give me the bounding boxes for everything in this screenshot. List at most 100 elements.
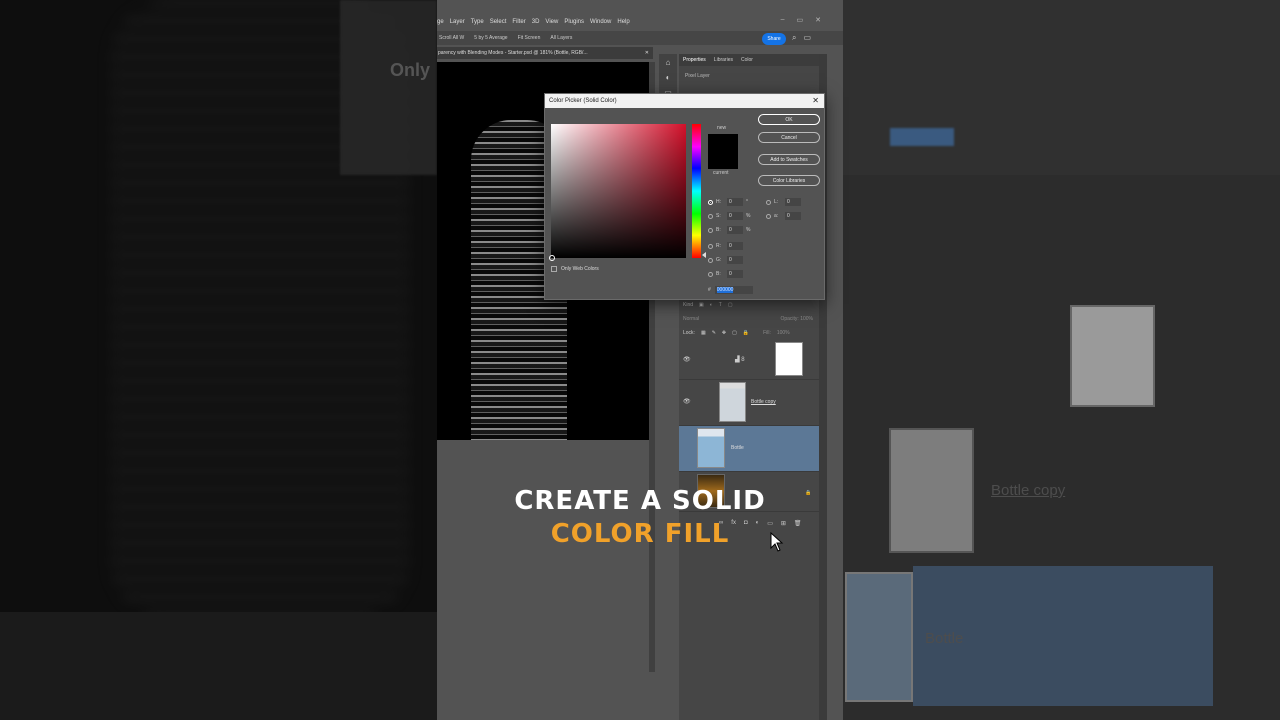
hue-slider-handle[interactable] <box>702 252 706 258</box>
brightness-input[interactable]: 0 <box>727 226 743 234</box>
scroll-all-checkbox[interactable]: Scroll All W <box>439 35 464 41</box>
blurred-color-fields <box>843 0 1280 175</box>
history-icon[interactable]: ⌂ <box>666 58 671 67</box>
document-tab[interactable]: parency with Blending Modes - Starter.ps… <box>437 47 653 59</box>
color-picker-dialog: Color Picker (Solid Color) ✕ new current… <box>544 93 825 300</box>
blue-input[interactable]: 0 <box>727 270 743 278</box>
blue-label: B: <box>716 271 721 277</box>
lab-l-input[interactable]: 0 <box>785 198 801 206</box>
lab-l-radio[interactable] <box>766 199 771 205</box>
green-input[interactable]: 0 <box>727 256 743 264</box>
add-to-swatches-button[interactable]: Add to Swatches <box>758 154 820 165</box>
lock-pixels-icon[interactable]: ▦ <box>701 330 706 336</box>
tab-libraries[interactable]: Libraries <box>714 57 733 63</box>
workspace-icon[interactable]: ▭ <box>803 33 811 43</box>
menu-item-help[interactable]: Help <box>617 19 629 25</box>
close-window-button[interactable]: ✕ <box>815 16 821 24</box>
right-blurred-backdrop: Bottle copy Bottle <box>843 0 1280 720</box>
menu-item-3d[interactable]: 3D <box>532 19 540 25</box>
hue-input[interactable]: 0 <box>727 198 743 206</box>
green-radio[interactable] <box>708 257 713 263</box>
lock-artboard-icon[interactable]: ▢ <box>732 330 737 336</box>
adjust-icon[interactable]: ◐ <box>666 73 671 82</box>
document-title: parency with Blending Modes - Starter.ps… <box>438 50 588 56</box>
hex-input[interactable]: 000000 <box>714 286 753 294</box>
eye-icon[interactable]: 👁 <box>683 398 691 405</box>
lab-a-radio[interactable] <box>766 213 771 219</box>
saturation-radio[interactable] <box>708 213 713 219</box>
blue-radio[interactable] <box>708 271 713 277</box>
lock-all-icon[interactable]: 🔒 <box>743 330 749 336</box>
hex-label: # <box>708 287 711 293</box>
tab-properties[interactable]: Properties <box>683 57 706 63</box>
filter-shape-icon[interactable]: ▢ <box>728 302 733 308</box>
menu-item-select[interactable]: Select <box>490 19 507 25</box>
sample-size-select[interactable]: 5 by 5 Average <box>474 35 507 41</box>
eye-icon[interactable]: 👁 <box>683 356 691 363</box>
tab-color[interactable]: Color <box>741 57 753 63</box>
color-cursor[interactable] <box>549 255 555 261</box>
blurred-layer-name-2: Bottle <box>925 630 964 647</box>
menu-item-window[interactable]: Window <box>590 19 611 25</box>
caption-line-2: COLOR FILL <box>550 519 730 549</box>
close-icon[interactable]: ✕ <box>812 94 819 108</box>
brightness-radio[interactable] <box>708 227 713 233</box>
filter-type-icon[interactable]: T <box>719 302 722 308</box>
menu-item-layer[interactable]: Layer <box>450 19 465 25</box>
lab-a-input[interactable]: 0 <box>785 212 801 220</box>
canvas-background <box>437 440 649 720</box>
close-tab-icon[interactable]: ✕ <box>645 47 649 59</box>
blurred-layer-name-1: Bottle copy <box>991 482 1066 499</box>
lock-brush-icon[interactable]: ✎ <box>712 330 716 336</box>
green-label: G: <box>716 257 722 263</box>
only-web-colors-checkbox[interactable] <box>551 266 557 272</box>
kind-filter-select[interactable]: Kind <box>683 302 693 308</box>
layer-row-bottle-copy[interactable]: 👁 Bottle copy <box>679 380 819 426</box>
search-icon[interactable]: ⌕ <box>792 33 796 43</box>
lab-a-label: a: <box>774 213 779 219</box>
red-input[interactable]: 0 <box>727 242 743 250</box>
lock-row: Lock: ▦ ✎ ✥ ▢ 🔒 Fill: 100% <box>683 330 813 336</box>
bottle-copy-thumbnail <box>719 382 746 422</box>
cancel-button[interactable]: Cancel <box>758 132 820 143</box>
only-web-colors-label: Only Web Colors <box>561 266 599 272</box>
fill-label: Fill: <box>763 330 771 336</box>
blend-mode-select[interactable]: Normal <box>683 316 699 322</box>
saturation-brightness-field[interactable] <box>551 124 686 258</box>
filter-adjust-icon[interactable]: ◐ <box>710 302 713 308</box>
hue-field: H: 0 ° <box>708 198 748 206</box>
adjustment-icon: ▟ 8 <box>735 357 745 363</box>
layer-row-fill[interactable]: 👁 ▟ 8 <box>679 340 819 380</box>
filter-pixel-icon[interactable]: ▣ <box>699 302 704 308</box>
left-blurred-backdrop: Only <box>0 0 437 720</box>
current-color-swatch[interactable] <box>708 152 738 169</box>
layer-row-bottle[interactable]: Bottle <box>679 426 819 472</box>
lock-move-icon[interactable]: ✥ <box>722 330 726 336</box>
menu-item-ge[interactable]: ge <box>437 19 444 25</box>
red-radio[interactable] <box>708 243 713 249</box>
lab-l-label: L: <box>774 199 779 205</box>
share-button[interactable]: Share <box>762 33 786 45</box>
color-libraries-button[interactable]: Color Libraries <box>758 175 820 186</box>
saturation-input[interactable]: 0 <box>727 212 743 220</box>
options-icons: ⌕ ▭ <box>792 33 811 43</box>
new-label: new <box>717 125 727 131</box>
opacity-value[interactable]: 100% <box>800 316 813 322</box>
menu-item-view[interactable]: View <box>545 19 558 25</box>
fit-screen-button[interactable]: Fit Screen <box>518 35 541 41</box>
dialog-title-bar[interactable]: Color Picker (Solid Color) ✕ <box>545 94 824 108</box>
minimize-button[interactable]: – <box>781 16 785 24</box>
fill-value[interactable]: 100% <box>777 330 790 336</box>
menu-item-type[interactable]: Type <box>471 19 484 25</box>
hue-radio[interactable] <box>708 199 713 205</box>
saturation-field: S: 0 % <box>708 212 750 220</box>
ok-button[interactable]: OK <box>758 114 820 125</box>
maximize-button[interactable]: ▭ <box>797 16 804 24</box>
properties-tabs: Properties Libraries Color <box>679 54 827 66</box>
hue-slider[interactable] <box>692 124 701 258</box>
menu-item-filter[interactable]: Filter <box>512 19 525 25</box>
menu-item-plugins[interactable]: Plugins <box>564 19 584 25</box>
opacity-label: Opacity: <box>780 316 799 322</box>
sample-layers-select[interactable]: All Layers <box>550 35 572 41</box>
lock-label: Lock: <box>683 330 695 336</box>
